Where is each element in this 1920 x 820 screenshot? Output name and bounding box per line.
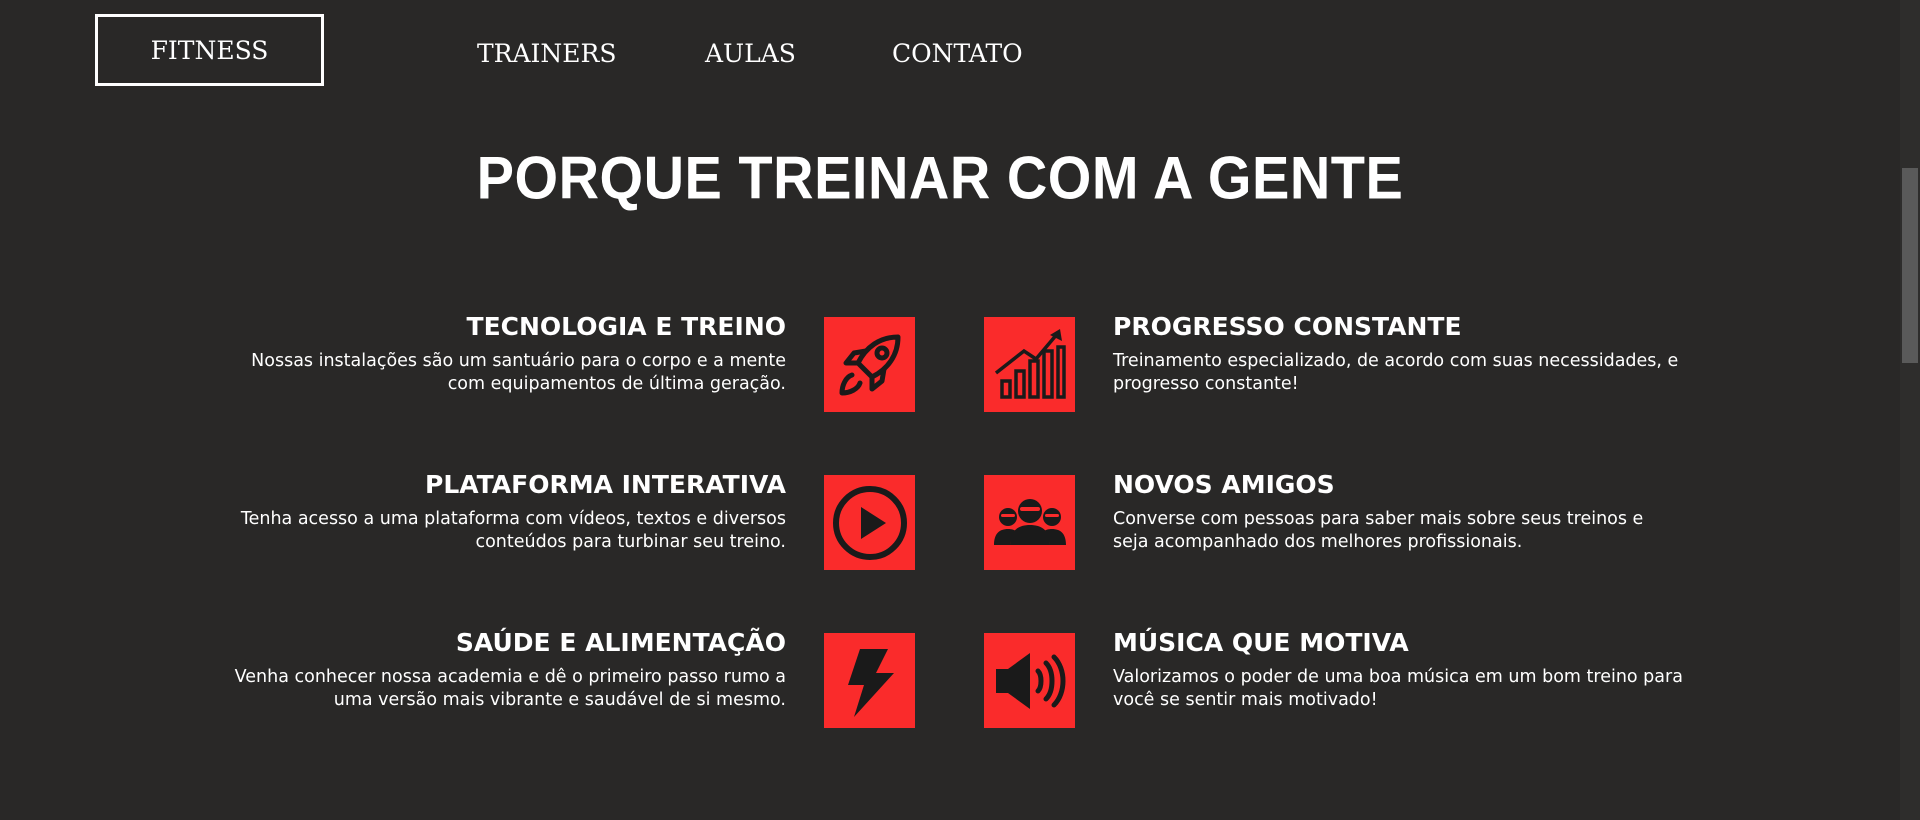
brand-label: FITNESS	[150, 35, 269, 65]
play-icon	[824, 475, 915, 570]
feature-description: Venha conhecer nossa academia e dê o pri…	[234, 667, 786, 710]
rocket-icon	[824, 317, 915, 412]
feature-title: NOVOS AMIGOS	[1113, 470, 1335, 499]
feature-description: Treinamento especializado, de acordo com…	[1113, 351, 1679, 394]
feature-description: Converse com pessoas para saber mais sob…	[1113, 509, 1644, 552]
feature-title: PROGRESSO CONSTANTE	[1113, 312, 1462, 341]
group-icon	[984, 475, 1075, 570]
feature-description: Nossas instalações são um santuário para…	[251, 351, 786, 394]
brand-logo-button[interactable]: FITNESS	[95, 14, 324, 86]
feature-title: SAÚDE E ALIMENTAÇÃO	[455, 628, 786, 657]
feature-description: Valorizamos o poder de uma boa música em…	[1113, 667, 1683, 710]
growth-chart-icon	[984, 317, 1075, 412]
page: FITNESS TRAINERS AULAS CONTATO PORQUE TR…	[0, 0, 1920, 820]
feature-plataforma: PLATAFORMA INTERATIVA Tenha acesso a uma…	[216, 470, 786, 553]
feature-title: MÚSICA QUE MOTIVA	[1113, 628, 1409, 657]
speaker-icon	[984, 633, 1075, 728]
vertical-scrollbar[interactable]	[1900, 0, 1920, 820]
feature-title: PLATAFORMA INTERATIVA	[425, 470, 786, 499]
feature-musica: MÚSICA QUE MOTIVA Valorizamos o poder de…	[1113, 628, 1683, 711]
feature-title: TECNOLOGIA E TREINO	[466, 312, 786, 341]
lightning-icon	[824, 633, 915, 728]
scrollbar-thumb[interactable]	[1902, 168, 1918, 363]
feature-progresso: PROGRESSO CONSTANTE Treinamento especial…	[1113, 312, 1683, 395]
feature-description: Tenha acesso a uma plataforma com vídeos…	[240, 509, 786, 552]
feature-saude: SAÚDE E ALIMENTAÇÃO Venha conhecer nossa…	[216, 628, 786, 711]
feature-tecnologia: TECNOLOGIA E TREINO Nossas instalações s…	[216, 312, 786, 395]
nav-link-trainers[interactable]: TRAINERS	[477, 32, 617, 76]
feature-amigos: NOVOS AMIGOS Converse com pessoas para s…	[1113, 470, 1683, 553]
nav-link-aulas[interactable]: AULAS	[705, 32, 796, 76]
nav-link-contato[interactable]: CONTATO	[892, 32, 1023, 76]
section-title: PORQUE TREINAR COM A GENTE	[476, 143, 1404, 212]
